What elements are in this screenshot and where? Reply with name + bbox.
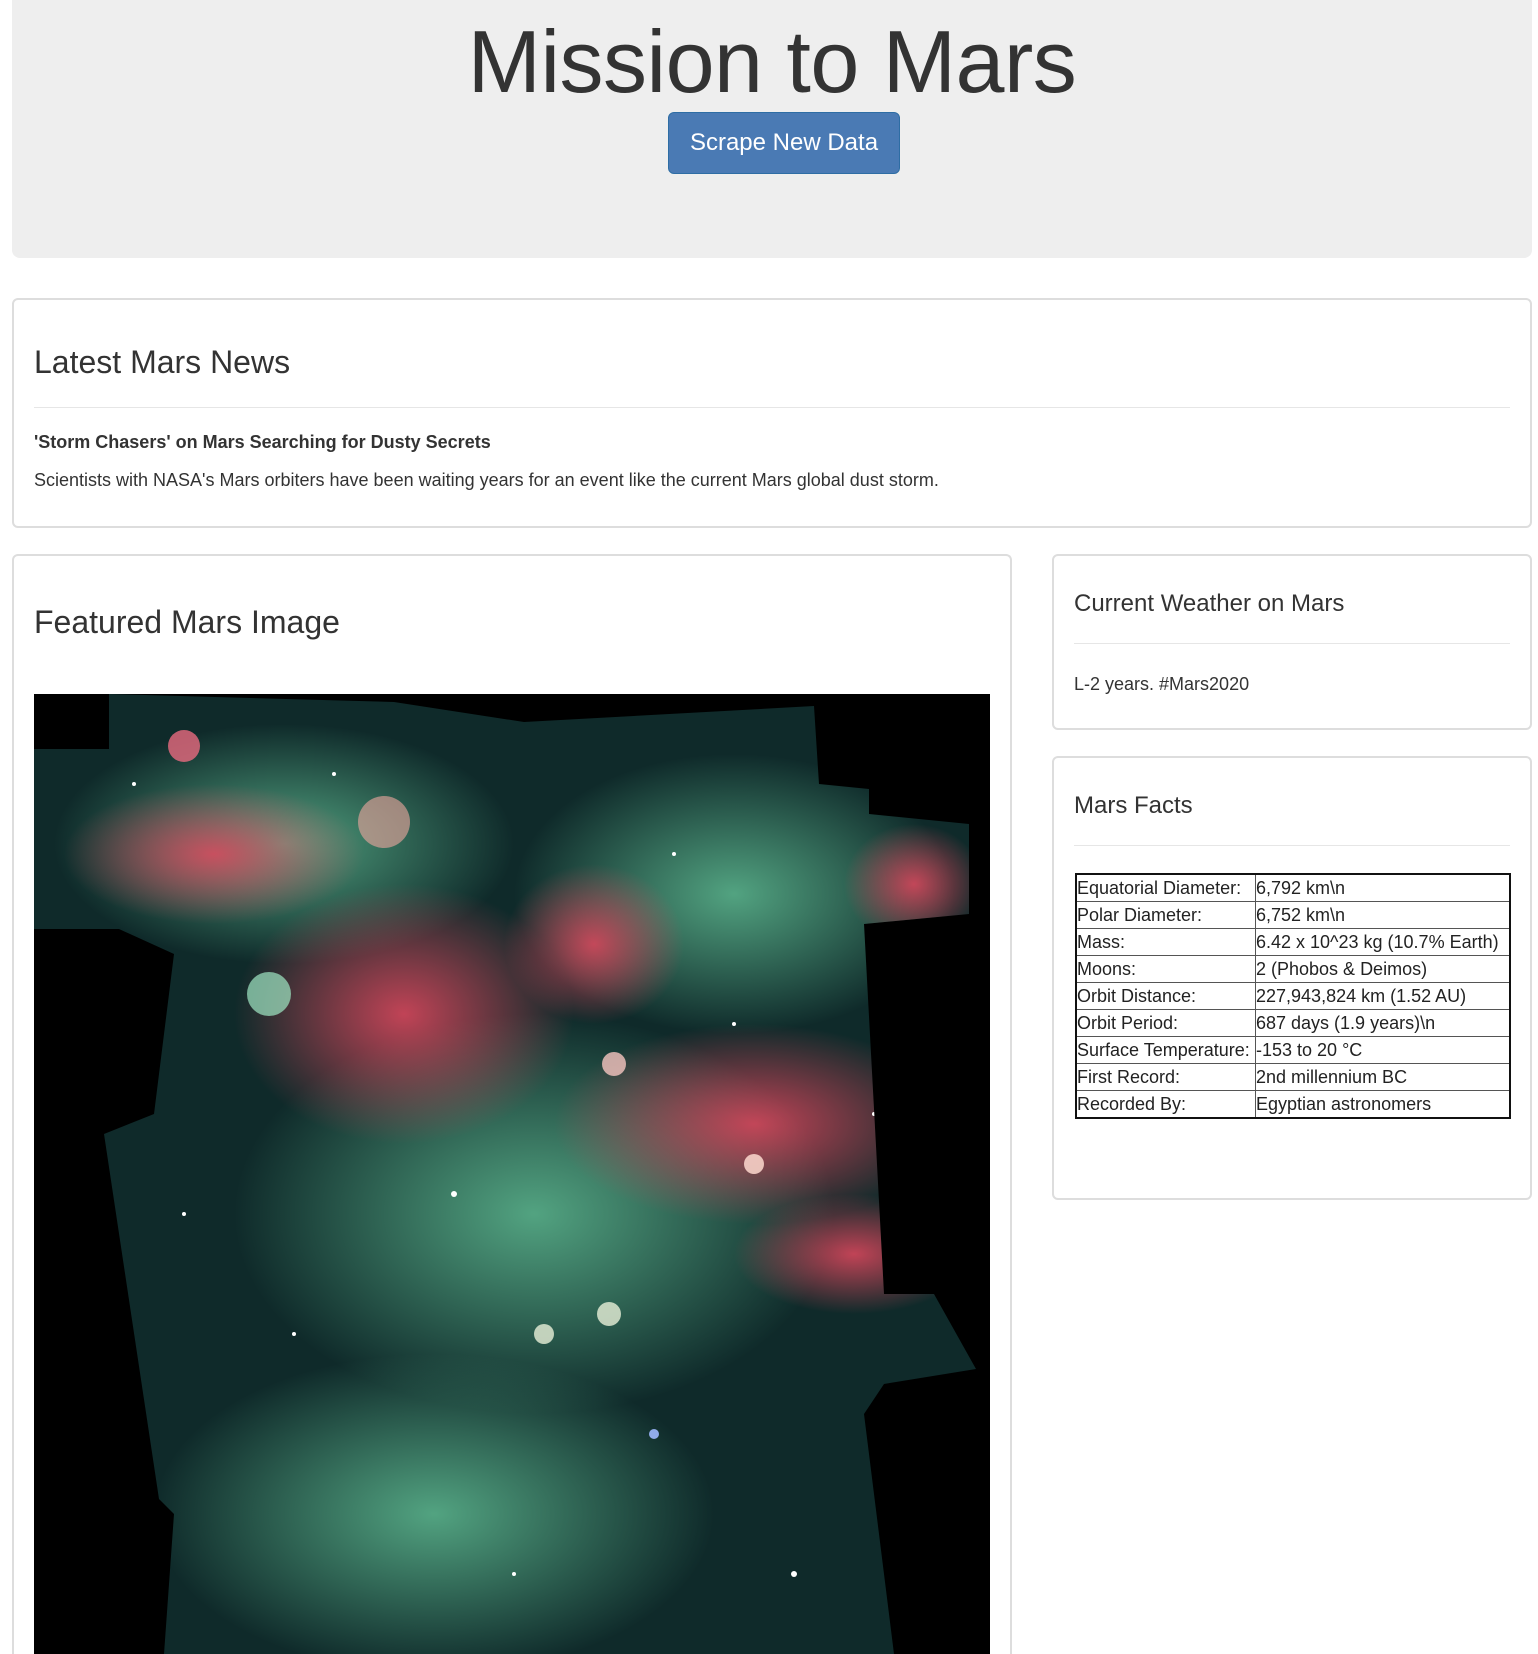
fact-value: 6,752 km\n	[1255, 901, 1511, 929]
fact-value: -153 to 20 °C	[1255, 1036, 1511, 1064]
weather-divider	[1074, 643, 1510, 644]
fact-value: 227,943,824 km (1.52 AU)	[1255, 982, 1511, 1010]
table-row: Polar Diameter: 6,752 km\n	[1075, 901, 1511, 929]
fact-label: Moons:	[1075, 955, 1256, 983]
fact-label: Orbit Distance:	[1075, 982, 1256, 1010]
fact-label: First Record:	[1075, 1063, 1256, 1091]
table-row: First Record: 2nd millennium BC	[1075, 1063, 1511, 1091]
fact-label: Recorded By:	[1075, 1090, 1256, 1119]
latest-news-panel: Latest Mars News 'Storm Chasers' on Mars…	[12, 298, 1532, 528]
fact-value: 6,792 km\n	[1255, 873, 1511, 902]
news-title: 'Storm Chasers' on Mars Searching for Du…	[34, 432, 491, 452]
facts-heading: Mars Facts	[1074, 792, 1193, 819]
fact-label: Mass:	[1075, 928, 1256, 956]
page-title: Mission to Mars	[467, 12, 1077, 111]
fact-value: 6.42 x 10^23 kg (10.7% Earth)	[1255, 928, 1511, 956]
fact-value: 2nd millennium BC	[1255, 1063, 1511, 1091]
fact-label: Equatorial Diameter:	[1075, 873, 1256, 902]
table-row: Mass: 6.42 x 10^23 kg (10.7% Earth)	[1075, 928, 1511, 956]
news-heading: Latest Mars News	[34, 344, 291, 380]
table-row: Orbit Period: 687 days (1.9 years)\n	[1075, 1009, 1511, 1037]
fact-label: Surface Temperature:	[1075, 1036, 1256, 1064]
table-row: Equatorial Diameter: 6,792 km\n	[1075, 873, 1511, 902]
featured-mars-image	[34, 694, 990, 1654]
jumbotron-header: Mission to Mars Scrape New Data	[12, 0, 1532, 258]
fact-label: Orbit Period:	[1075, 1009, 1256, 1037]
fact-label: Polar Diameter:	[1075, 901, 1256, 929]
table-row: Recorded By: Egyptian astronomers	[1075, 1090, 1511, 1119]
nebula-image	[34, 694, 990, 1654]
weather-heading: Current Weather on Mars	[1074, 590, 1345, 617]
table-row: Surface Temperature: -153 to 20 °C	[1075, 1036, 1511, 1064]
featured-image-panel: Featured Mars Image	[12, 554, 1012, 1654]
news-divider	[34, 407, 1510, 408]
featured-image-heading: Featured Mars Image	[34, 604, 340, 640]
fact-value: 687 days (1.9 years)\n	[1255, 1009, 1511, 1037]
fact-value: 2 (Phobos & Deimos)	[1255, 955, 1511, 983]
weather-text: L-2 years. #Mars2020	[1074, 674, 1250, 694]
news-body: Scientists with NASA's Mars orbiters hav…	[34, 470, 939, 490]
facts-table: Equatorial Diameter: 6,792 km\n Polar Di…	[1075, 873, 1511, 1119]
table-row: Orbit Distance: 227,943,824 km (1.52 AU)	[1075, 982, 1511, 1010]
fact-value: Egyptian astronomers	[1255, 1090, 1511, 1119]
scrape-new-data-button[interactable]: Scrape New Data	[668, 112, 900, 174]
facts-divider	[1074, 845, 1510, 846]
mars-facts-panel: Mars Facts Equatorial Diameter: 6,792 km…	[1052, 756, 1532, 1200]
weather-panel: Current Weather on Mars L-2 years. #Mars…	[1052, 554, 1532, 730]
table-row: Moons: 2 (Phobos & Deimos)	[1075, 955, 1511, 983]
